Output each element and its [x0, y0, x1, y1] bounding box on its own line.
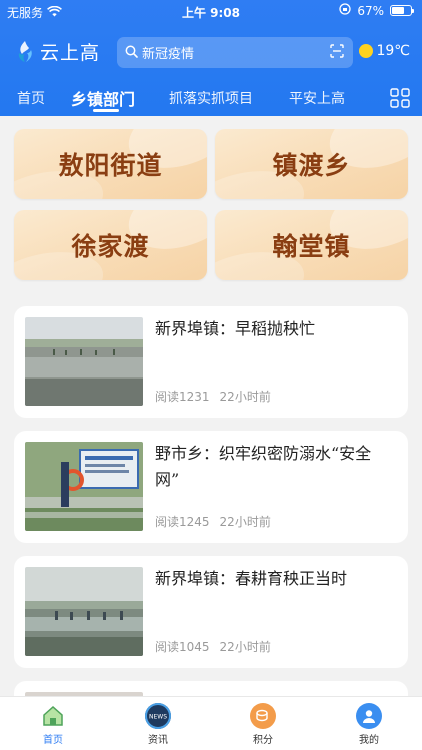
- nav-item-projects[interactable]: 抓落实抓项目: [169, 88, 253, 108]
- profile-icon: [356, 703, 382, 729]
- news-title: 新界埠镇：春耕育秧正当时: [155, 569, 348, 588]
- nav-item-home[interactable]: 首页: [17, 88, 45, 108]
- news-time: 22小时前: [219, 515, 271, 529]
- town-card-zhendu[interactable]: 镇渡乡: [215, 129, 408, 199]
- town-card-aoyang[interactable]: 敖阳街道: [14, 129, 207, 199]
- news-title: 新界埠镇：早稻抛秧忙: [155, 319, 316, 338]
- search-bar[interactable]: 新冠疫情: [117, 37, 353, 68]
- battery-icon: [390, 5, 414, 16]
- points-icon: [250, 703, 276, 729]
- logo-icon: [18, 40, 32, 62]
- scan-icon[interactable]: [329, 43, 345, 63]
- orientation-lock-icon: [339, 3, 351, 18]
- town-label: 敖阳街道: [58, 151, 163, 180]
- bottom-tab-bar: 首页 NEWS 资讯 积分 我的: [0, 696, 422, 750]
- search-icon: [125, 43, 138, 62]
- news-icon: NEWS: [145, 703, 171, 729]
- news-time: 22小时前: [219, 640, 271, 654]
- news-read-count: 阅读1245: [155, 515, 210, 529]
- news-title: 野市乡：织牢织密防溺水“安全网”: [155, 444, 372, 489]
- channel-nav: 首页 乡镇部门 抓落实抓项目 平安上高: [0, 84, 422, 112]
- news-thumbnail: [25, 442, 143, 531]
- town-label: 镇渡乡: [272, 151, 351, 180]
- news-card[interactable]: 野市乡：织牢织密防溺水“安全网” 阅读1245 22小时前: [14, 431, 408, 543]
- town-card-xujiadu[interactable]: 徐家渡: [14, 210, 207, 280]
- app-logo: 云上高: [14, 38, 100, 65]
- tab-points[interactable]: 积分: [233, 701, 293, 746]
- tab-label: 我的: [359, 735, 379, 746]
- tab-news[interactable]: NEWS 资讯: [128, 701, 188, 746]
- news-card[interactable]: 新界埠镇：早稻抛秧忙 阅读1231 22小时前: [14, 306, 408, 418]
- top-bar: 云上高 新冠疫情 19℃: [0, 36, 422, 68]
- news-read-count: 阅读1231: [155, 390, 210, 404]
- tab-home[interactable]: 首页: [23, 701, 83, 746]
- tab-label: 积分: [253, 735, 273, 746]
- sun-icon: [359, 44, 374, 58]
- town-card-hantang[interactable]: 翰堂镇: [215, 210, 408, 280]
- app-name: 云上高: [40, 42, 101, 64]
- channel-grid-icon[interactable]: [390, 88, 410, 108]
- svg-text:NEWS: NEWS: [149, 714, 167, 721]
- battery-percent: 67%: [357, 3, 384, 18]
- news-thumbnail: [25, 317, 143, 406]
- nav-active-indicator: [93, 109, 119, 112]
- news-meta: 阅读1245 22小时前: [155, 513, 271, 530]
- news-thumbnail: [25, 567, 143, 656]
- nav-item-townships[interactable]: 乡镇部门: [71, 86, 135, 110]
- news-time: 22小时前: [219, 390, 271, 404]
- tab-label: 首页: [43, 735, 63, 746]
- nav-item-safety[interactable]: 平安上高: [289, 88, 345, 108]
- news-card[interactable]: 新界埠镇：春耕育秧正当时 阅读1045 22小时前: [14, 556, 408, 668]
- weather-temperature: 19℃: [376, 43, 410, 59]
- news-meta: 阅读1231 22小时前: [155, 388, 271, 405]
- tab-profile[interactable]: 我的: [339, 701, 399, 746]
- weather-widget[interactable]: 19℃: [359, 43, 410, 59]
- search-input[interactable]: 新冠疫情: [142, 43, 329, 62]
- news-read-count: 阅读1045: [155, 640, 210, 654]
- tab-label: 资讯: [148, 735, 168, 746]
- status-bar: 无服务 上午 9:08 67%: [0, 0, 422, 22]
- news-meta: 阅读1045 22小时前: [155, 638, 271, 655]
- town-label: 翰堂镇: [272, 232, 351, 261]
- town-label: 徐家渡: [71, 232, 150, 261]
- header: 无服务 上午 9:08 67% 云上高 新冠疫情 19℃ 首页 乡镇部门 抓落实…: [0, 0, 422, 116]
- home-icon: [40, 703, 66, 729]
